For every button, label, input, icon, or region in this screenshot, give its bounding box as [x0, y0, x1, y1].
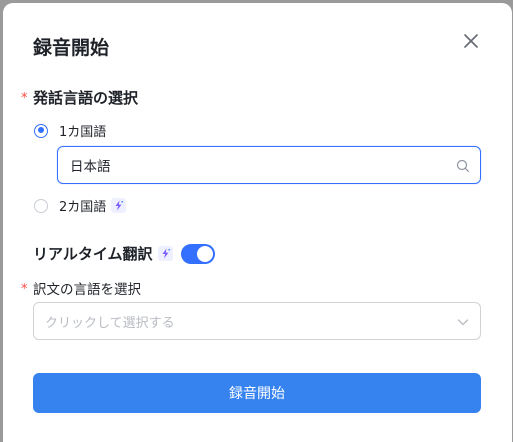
chevron-down-icon [456, 314, 470, 328]
realtime-translation-row: リアルタイム翻訳 [33, 243, 215, 264]
start-recording-button[interactable]: 録音開始 [33, 373, 481, 413]
radio-label: 1カ国語 [59, 125, 107, 140]
radio-button-checked[interactable] [34, 123, 48, 138]
target-language-label: 訳文の言語を選択 [33, 282, 141, 298]
required-mark: * [21, 282, 28, 297]
radio-button-unchecked[interactable] [34, 198, 48, 213]
language-select-input[interactable]: 日本語 [57, 146, 481, 184]
radio-option-two-languages[interactable]: 2カ国語 [34, 196, 127, 215]
dialog-title: 録音開始 [33, 37, 110, 59]
toggle-knob [196, 245, 213, 262]
search-icon [456, 158, 470, 173]
realtime-translation-toggle[interactable] [180, 243, 215, 264]
radio-label: 2カ国語 [59, 200, 107, 215]
required-mark: * [21, 91, 28, 106]
sparkle-icon [111, 198, 127, 213]
target-language-placeholder: クリックして選択する [45, 315, 175, 331]
speech-language-label: 発話言語の選択 [33, 89, 139, 107]
close-icon[interactable] [461, 31, 481, 51]
selected-language-value: 日本語 [70, 159, 111, 175]
radio-option-one-language[interactable]: 1カ国語 [34, 121, 106, 140]
target-language-select[interactable]: クリックして選択する [33, 302, 481, 340]
sparkle-icon [157, 246, 173, 261]
start-recording-dialog: 録音開始 * 発話言語の選択 1カ国語 日本語 2カ国語 リアルタイム翻訳 * … [3, 3, 512, 442]
realtime-translation-label: リアルタイム翻訳 [33, 245, 153, 263]
